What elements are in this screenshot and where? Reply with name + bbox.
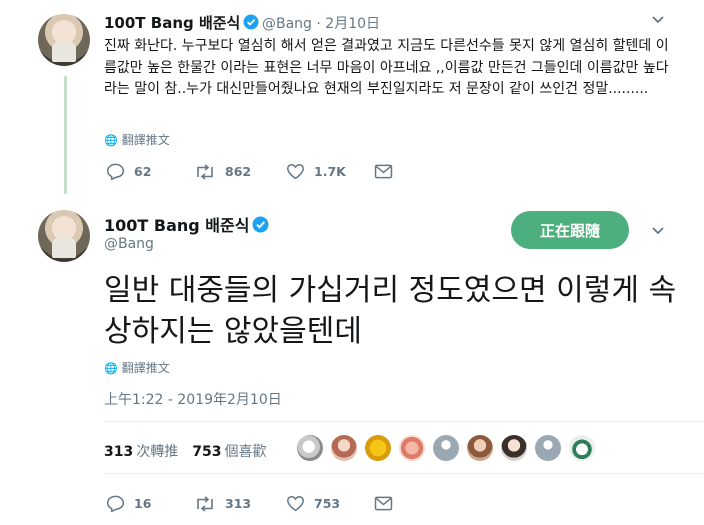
reply-icon — [106, 163, 125, 180]
retweet-button[interactable]: 313 — [194, 495, 286, 512]
tweet-actions: 62 862 1.7K — [106, 163, 402, 180]
like-count: 1.7K — [314, 164, 346, 179]
avatar[interactable] — [38, 210, 90, 262]
heart-icon — [286, 495, 305, 512]
translate-label: 翻譯推文 — [121, 361, 170, 375]
display-name-text: 100T Bang 배준식 — [104, 14, 241, 32]
like-total-label[interactable]: 個喜歡 — [224, 444, 266, 460]
retweet-button[interactable]: 862 — [194, 163, 286, 180]
reply-button[interactable]: 62 — [106, 163, 194, 180]
tweet-date: · 2月10日 — [316, 16, 381, 32]
tweet-timestamp[interactable]: 上午1:22 - 2019年2月10日 — [104, 389, 282, 409]
translate-tweet-link[interactable]: 🌐 翻譯推文 — [104, 359, 170, 376]
avatar[interactable] — [38, 14, 90, 66]
following-button[interactable]: 正在跟隨 — [511, 211, 629, 249]
tweet-text: 일반 대중들의 가십거리 정도였으면 이렇게 속상하지는 않았을텐데 — [104, 273, 677, 349]
handle[interactable]: @Bang — [104, 236, 154, 252]
reply-count: 16 — [134, 496, 152, 511]
tweet-text: 진짜 화난다. 누구보다 열심히 해서 얻은 결과였고 지금도 다른선수들 못지… — [104, 38, 669, 97]
reply-button[interactable]: 16 — [106, 495, 194, 512]
direct-message-button[interactable] — [374, 164, 402, 179]
retweet-total[interactable]: 313 — [104, 444, 133, 460]
liker-avatars — [297, 435, 603, 461]
divider — [104, 421, 704, 422]
liker-avatar[interactable] — [365, 435, 391, 461]
liker-avatar[interactable] — [569, 435, 595, 461]
liker-avatar[interactable] — [399, 435, 425, 461]
divider — [104, 473, 704, 474]
chevron-down-icon[interactable] — [651, 225, 665, 240]
reply-count: 62 — [134, 164, 152, 179]
translate-tweet-link[interactable]: 🌐 翻譯推文 — [104, 131, 170, 148]
direct-message-button[interactable] — [374, 496, 402, 511]
liker-avatar[interactable] — [535, 435, 561, 461]
liker-avatar[interactable] — [297, 435, 323, 461]
liker-avatar[interactable] — [433, 435, 459, 461]
display-name[interactable]: 100T Bang 배준식 — [104, 12, 259, 33]
like-button[interactable]: 753 — [286, 495, 374, 512]
like-count: 753 — [314, 496, 341, 511]
display-name[interactable]: 100T Bang 배준식 — [104, 212, 269, 236]
heart-icon — [286, 163, 305, 180]
globe-icon: 🌐 — [104, 362, 118, 375]
retweet-count: 862 — [225, 164, 252, 179]
envelope-icon — [374, 164, 393, 179]
reply-icon — [106, 495, 125, 512]
handle: @Bang — [262, 16, 312, 32]
tweet-handle-date[interactable]: @Bang · 2月10日 — [262, 13, 380, 33]
retweet-total-label[interactable]: 次轉推 — [136, 444, 178, 460]
liker-avatar[interactable] — [331, 435, 357, 461]
verified-badge-icon — [243, 14, 259, 30]
envelope-icon — [374, 496, 393, 511]
tweet-actions: 16 313 753 — [106, 495, 402, 512]
retweet-icon — [197, 163, 213, 180]
retweet-icon — [197, 495, 213, 512]
display-name-text: 100T Bang 배준식 — [104, 216, 250, 235]
chevron-down-icon[interactable] — [651, 14, 665, 29]
retweet-count: 313 — [225, 496, 252, 511]
like-button[interactable]: 1.7K — [286, 163, 374, 180]
like-total[interactable]: 753 — [192, 444, 221, 460]
liker-avatar[interactable] — [501, 435, 527, 461]
globe-icon: 🌐 — [104, 134, 118, 147]
liker-avatar[interactable] — [467, 435, 493, 461]
verified-badge-icon — [252, 216, 269, 233]
engagement-stats: 313 次轉推 753 個喜歡 — [104, 441, 280, 461]
translate-label: 翻譯推文 — [121, 133, 170, 147]
thread-connector-line — [64, 76, 67, 194]
